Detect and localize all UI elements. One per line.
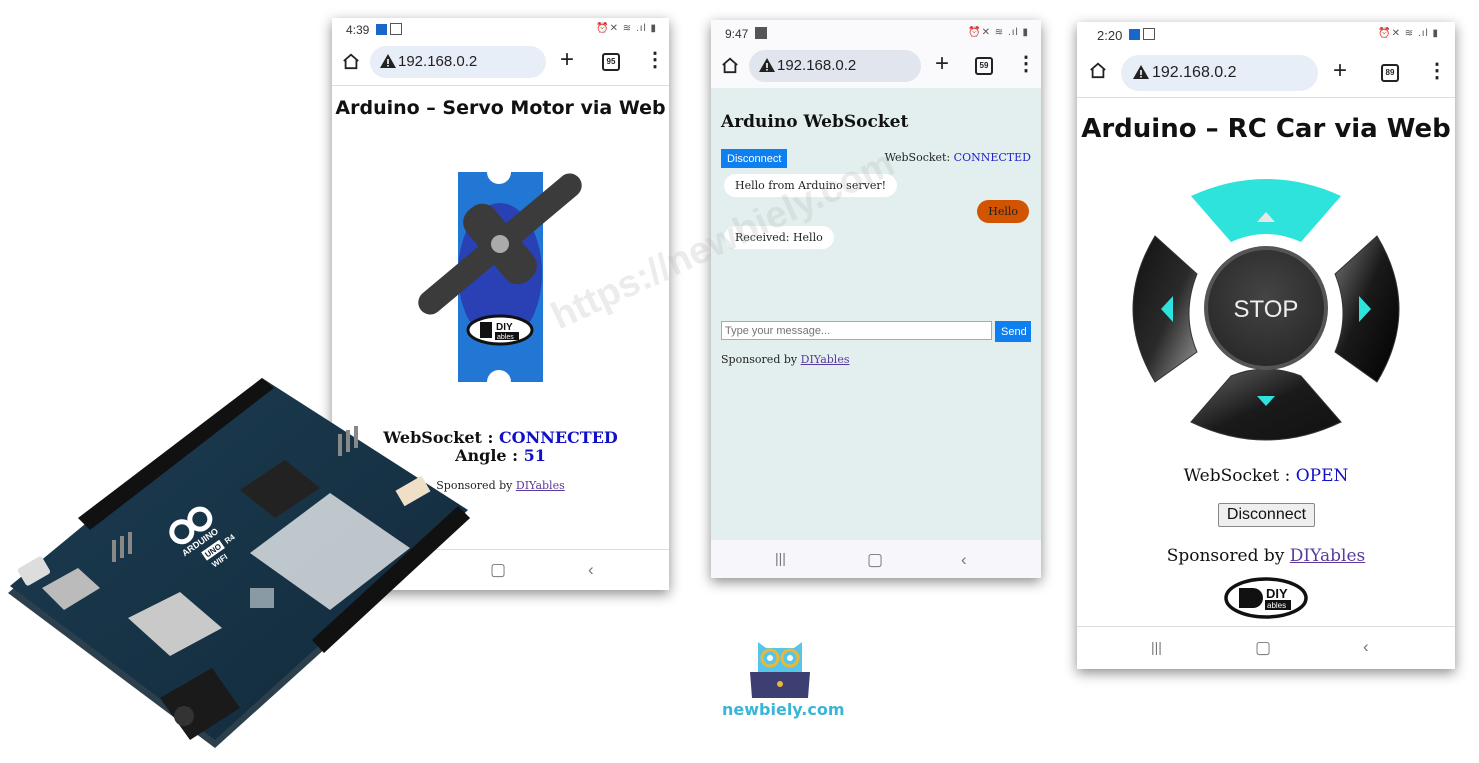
- diyables-link[interactable]: DIYables: [516, 479, 565, 492]
- servo-motor-image[interactable]: DIY ables: [412, 168, 592, 388]
- ws-status: OPEN: [1295, 466, 1349, 486]
- chat-message: Received: Hello: [724, 226, 834, 249]
- home-nav-icon[interactable]: ▢: [490, 560, 506, 580]
- warning-icon: [1133, 65, 1149, 79]
- arduino-uno-r4-wifi-board-image: ARDUINO UNO R4 WIFI: [8, 378, 470, 748]
- menu-icon[interactable]: ⋮: [1427, 60, 1447, 82]
- warning-icon: [380, 54, 396, 68]
- newbiely-brand-text: newbiely.com: [722, 700, 845, 719]
- notification-icons: [376, 23, 402, 35]
- phone-rc-car-screen: 2:20 ⏰✕ ≋ .ıl ▮ 192.168.0.2 + 89 ⋮ Ardui…: [1077, 22, 1455, 669]
- browser-toolbar: 192.168.0.2 + 59 ⋮: [711, 48, 1041, 84]
- android-nav-bar: ||| ▢ ‹: [1077, 626, 1455, 669]
- home-nav-icon[interactable]: ▢: [867, 550, 883, 570]
- url-text: 192.168.0.2: [398, 53, 478, 70]
- servo-logo-ables: ables: [497, 334, 514, 341]
- forward-button[interactable]: [1191, 179, 1341, 242]
- android-nav-bar: ||| ▢ ‹: [711, 540, 1041, 578]
- home-icon[interactable]: [342, 52, 360, 70]
- status-bar: 4:39 ⏰✕ ≋ .ıl ▮: [332, 18, 669, 40]
- warning-icon: [759, 58, 775, 72]
- status-bar: 2:20 ⏰✕ ≋ .ıl ▮: [1077, 22, 1455, 44]
- address-bar[interactable]: 192.168.0.2: [749, 50, 921, 82]
- diyables-link[interactable]: DIYables: [1290, 546, 1366, 566]
- menu-icon[interactable]: ⋮: [645, 49, 665, 71]
- back-nav-icon[interactable]: ‹: [1363, 637, 1369, 657]
- ws-label: WebSocket :: [1183, 466, 1296, 486]
- status-bar: 9:47 ⏰✕ ≋ .ıl ▮: [711, 20, 1041, 42]
- page-title: Arduino – Servo Motor via Web: [335, 97, 666, 119]
- home-nav-icon[interactable]: ▢: [1255, 638, 1271, 658]
- status-time: 4:39: [346, 23, 370, 37]
- status-time: 9:47: [725, 27, 749, 41]
- new-tab-icon[interactable]: +: [1333, 59, 1347, 83]
- notification-icons: [755, 27, 767, 39]
- chat-message: Hello from Arduino server!: [724, 174, 898, 197]
- browser-toolbar: 192.168.0.2 + 95 ⋮: [332, 44, 669, 80]
- right-button[interactable]: [1334, 235, 1400, 383]
- diyables-logo[interactable]: DIY ables: [1223, 576, 1309, 620]
- sponsor-prefix: Sponsored by: [721, 353, 801, 366]
- logo-ables-text: ables: [1267, 601, 1286, 610]
- websocket-status-line: WebSocket : OPEN: [1077, 466, 1455, 486]
- tab-count-button[interactable]: 95: [602, 53, 620, 71]
- home-icon[interactable]: [721, 56, 739, 74]
- newbiely-owl-logo: [750, 642, 810, 698]
- system-status-icons: ⏰✕ ≋ .ıl ▮: [968, 27, 1029, 38]
- recent-apps-icon[interactable]: |||: [1151, 639, 1162, 655]
- websocket-status-line: WebSocket: CONNECTED: [885, 151, 1031, 164]
- url-text: 192.168.0.2: [1152, 64, 1237, 81]
- page-title: Arduino WebSocket: [721, 112, 909, 132]
- ws-status: CONNECTED: [953, 151, 1031, 164]
- address-bar[interactable]: 192.168.0.2: [1121, 55, 1318, 91]
- direction-pad: STOP: [1132, 179, 1400, 441]
- address-bar[interactable]: 192.168.0.2: [370, 46, 546, 78]
- sponsor-prefix: Sponsored by: [1166, 546, 1290, 566]
- message-input[interactable]: [721, 321, 992, 340]
- tab-count-button[interactable]: 59: [975, 57, 993, 75]
- disconnect-button[interactable]: Disconnect: [1218, 503, 1315, 527]
- logo-diy-text: DIY: [1266, 586, 1288, 601]
- servo-logo-diy: DIY: [496, 322, 513, 333]
- status-time: 2:20: [1097, 28, 1123, 43]
- send-button[interactable]: Send: [995, 321, 1031, 342]
- recent-apps-icon[interactable]: |||: [775, 550, 786, 566]
- new-tab-icon[interactable]: +: [935, 52, 949, 76]
- notification-icons: [1129, 28, 1155, 40]
- angle-value: 51: [523, 446, 546, 465]
- back-nav-icon[interactable]: ‹: [961, 550, 967, 570]
- stop-label: STOP: [1234, 296, 1299, 323]
- phone-websocket-chat-screen: 9:47 ⏰✕ ≋ .ıl ▮ 192.168.0.2 + 59 ⋮ Ardui…: [711, 20, 1041, 578]
- new-tab-icon[interactable]: +: [560, 48, 574, 72]
- diyables-link[interactable]: DIYables: [801, 353, 850, 366]
- menu-icon[interactable]: ⋮: [1016, 53, 1036, 75]
- left-button[interactable]: [1132, 235, 1198, 383]
- ws-status: CONNECTED: [498, 428, 618, 447]
- home-icon[interactable]: [1089, 61, 1107, 79]
- chat-message-sent: Hello: [977, 200, 1029, 223]
- sponsor-line: Sponsored by DIYables: [1077, 546, 1455, 566]
- system-status-icons: ⏰✕ ≋ .ıl ▮: [1378, 28, 1439, 39]
- backward-button[interactable]: [1190, 368, 1342, 441]
- stop-button[interactable]: STOP: [1204, 246, 1328, 370]
- tab-count-button[interactable]: 89: [1381, 64, 1399, 82]
- sponsor-line: Sponsored by DIYables: [721, 353, 849, 366]
- back-nav-icon[interactable]: ‹: [588, 560, 594, 580]
- ws-label: WebSocket:: [884, 151, 954, 164]
- page-title: Arduino – RC Car via Web: [1081, 114, 1451, 144]
- url-text: 192.168.0.2: [777, 57, 857, 74]
- system-status-icons: ⏰✕ ≋ .ıl ▮: [596, 23, 657, 34]
- browser-toolbar: 192.168.0.2 + 89 ⋮: [1077, 53, 1455, 91]
- disconnect-button[interactable]: Disconnect: [721, 149, 788, 168]
